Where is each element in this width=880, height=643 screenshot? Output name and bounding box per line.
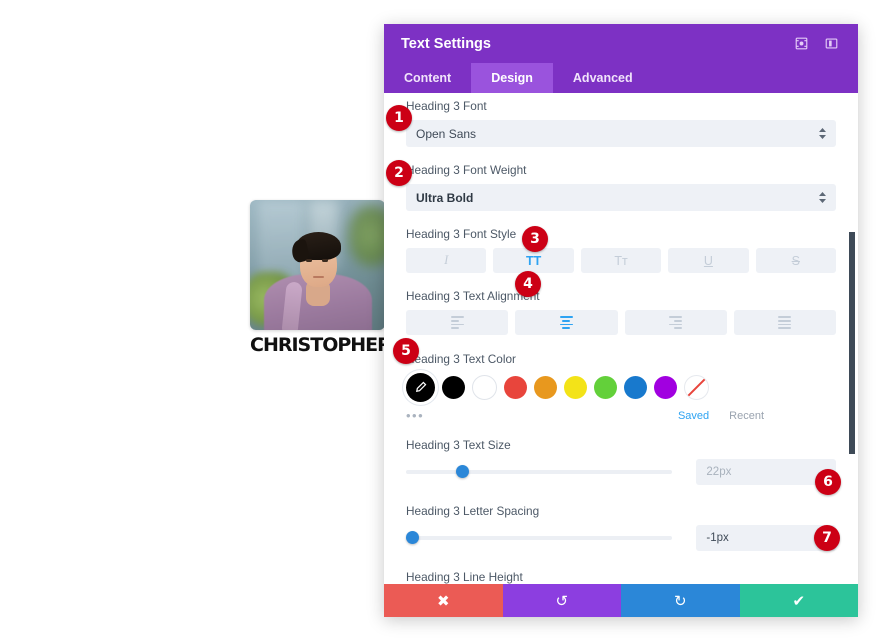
font-weight-select[interactable]: Ultra Bold — [406, 184, 836, 211]
modal-titlebar: Text Settings — [384, 24, 858, 63]
align-center-button[interactable] — [515, 310, 618, 335]
modal-title: Text Settings — [401, 35, 491, 52]
portrait-photo — [250, 200, 385, 330]
text-size-slider-handle[interactable] — [455, 465, 469, 478]
annotation-badge-5: 5 — [393, 338, 419, 364]
photo-subject-eye-right — [322, 259, 328, 262]
color-swatch-white[interactable] — [472, 375, 497, 400]
modal-tabs: Content Design Advanced — [384, 63, 858, 93]
font-style-label-text: Heading 3 Font Style — [406, 227, 517, 241]
font-select-value: Open Sans — [416, 126, 477, 141]
color-swatch-purple[interactable] — [654, 376, 677, 399]
save-button[interactable]: ✔ — [739, 584, 858, 617]
cancel-button[interactable]: ✖ — [384, 584, 503, 617]
tab-design[interactable]: Design — [471, 63, 553, 93]
color-swatch-red[interactable] — [504, 376, 527, 399]
font-style-smallcaps-button[interactable]: Tᴛ — [580, 248, 662, 273]
letter-spacing-input-value: -1px — [706, 532, 729, 544]
text-size-input-value: 22px — [706, 466, 732, 478]
modal-footer: ✖ ↺ ↻ ✔ — [384, 584, 858, 617]
line-height-label: Heading 3 Line Height — [406, 570, 523, 584]
font-style-underline-button[interactable]: U — [668, 248, 749, 273]
annotation-badge-4: 4 — [515, 271, 541, 297]
modal-scrollbar-thumb[interactable] — [849, 232, 855, 454]
underline-icon: U — [703, 253, 713, 268]
text-color-label: Heading 3 Text Color — [406, 352, 516, 366]
letter-spacing-slider-handle[interactable] — [405, 531, 419, 544]
strikethrough-icon: S — [791, 253, 800, 268]
expand-icon[interactable] — [788, 32, 814, 56]
modal-scrollbar[interactable] — [849, 232, 855, 584]
annotation-badge-6: 6 — [815, 469, 841, 495]
tab-content[interactable]: Content — [384, 63, 471, 93]
color-swatch-orange[interactable] — [534, 376, 557, 399]
chevron-updown-icon — [819, 192, 826, 203]
recent-colors-tab[interactable]: Recent — [729, 410, 764, 422]
align-left-button[interactable] — [406, 310, 509, 335]
text-alignment-label: Heading 3 Text Alignment — [406, 289, 540, 303]
font-weight-label: Heading 3 Font Weight — [406, 163, 527, 177]
photo-subject-eye-left — [306, 259, 312, 262]
text-size-slider-track[interactable] — [406, 465, 673, 478]
font-style-italic-button[interactable]: I — [406, 248, 487, 273]
letter-spacing-slider-track[interactable] — [405, 531, 673, 544]
close-icon: ✖ — [436, 592, 450, 610]
undo-button[interactable]: ↺ — [502, 584, 621, 617]
text-size-slider-row: 22px — [406, 459, 836, 485]
font-style-label: Heading 3 Font Style ↺ — [406, 227, 836, 241]
align-center-icon — [559, 316, 573, 329]
small-caps-icon: Tᴛ — [614, 253, 628, 268]
italic-icon: I — [444, 253, 449, 267]
text-alignment-button-row — [406, 310, 836, 335]
font-weight-select-value: Ultra Bold — [416, 190, 474, 205]
align-right-icon — [669, 316, 683, 329]
color-swatch-none[interactable] — [684, 375, 709, 400]
font-style-strikethrough-button[interactable]: S — [755, 248, 837, 273]
align-left-icon — [450, 316, 464, 329]
color-swatch-yellow[interactable] — [564, 376, 587, 399]
annotation-badge-7: 7 — [814, 525, 840, 551]
person-name-heading: CHRISTOPHER JOE — [250, 334, 431, 356]
align-justify-button[interactable] — [733, 310, 836, 335]
redo-icon: ↻ — [673, 592, 687, 610]
tab-advanced[interactable]: Advanced — [553, 63, 653, 93]
color-swatch-green[interactable] — [594, 376, 617, 399]
annotation-badge-3: 3 — [522, 226, 548, 252]
photo-backdrop-foliage-2 — [349, 206, 385, 266]
panel-layout-icon[interactable] — [818, 32, 844, 56]
redo-button[interactable]: ↻ — [621, 584, 740, 617]
color-swatch-row — [406, 373, 836, 402]
align-right-button[interactable] — [624, 310, 727, 335]
person-card: CHRISTOPHER JOE — [250, 200, 431, 356]
photo-subject-mouth — [313, 276, 324, 278]
color-swatch-black[interactable] — [442, 376, 465, 399]
annotation-badge-1: 1 — [386, 105, 412, 131]
letter-spacing-slider-row: -1px — [405, 525, 836, 551]
check-icon: ✔ — [792, 592, 806, 610]
modal-body: Heading 3 Font Open Sans Heading 3 Font … — [384, 93, 858, 584]
color-swatch-selected-eyedropper[interactable] — [406, 373, 435, 402]
annotation-badge-2: 2 — [386, 160, 412, 186]
font-label: Heading 3 Font — [406, 99, 487, 113]
undo-icon: ↺ — [555, 592, 569, 610]
font-style-button-row: I TT Tᴛ U S — [406, 248, 837, 273]
font-select[interactable]: Open Sans — [406, 120, 836, 147]
letter-spacing-label: Heading 3 Letter Spacing — [406, 504, 540, 518]
uppercase-icon: TT — [525, 253, 542, 268]
align-justify-icon — [778, 316, 792, 329]
color-meta-row: ••• Saved Recent — [406, 408, 836, 423]
saved-colors-tab[interactable]: Saved — [678, 410, 709, 422]
chevron-updown-icon — [819, 128, 826, 139]
text-settings-modal: Text Settings Content Design Advanced He… — [384, 24, 858, 617]
text-size-label: Heading 3 Text Size — [406, 438, 511, 452]
more-colors-button[interactable]: ••• — [406, 408, 424, 423]
color-swatch-blue[interactable] — [624, 376, 647, 399]
